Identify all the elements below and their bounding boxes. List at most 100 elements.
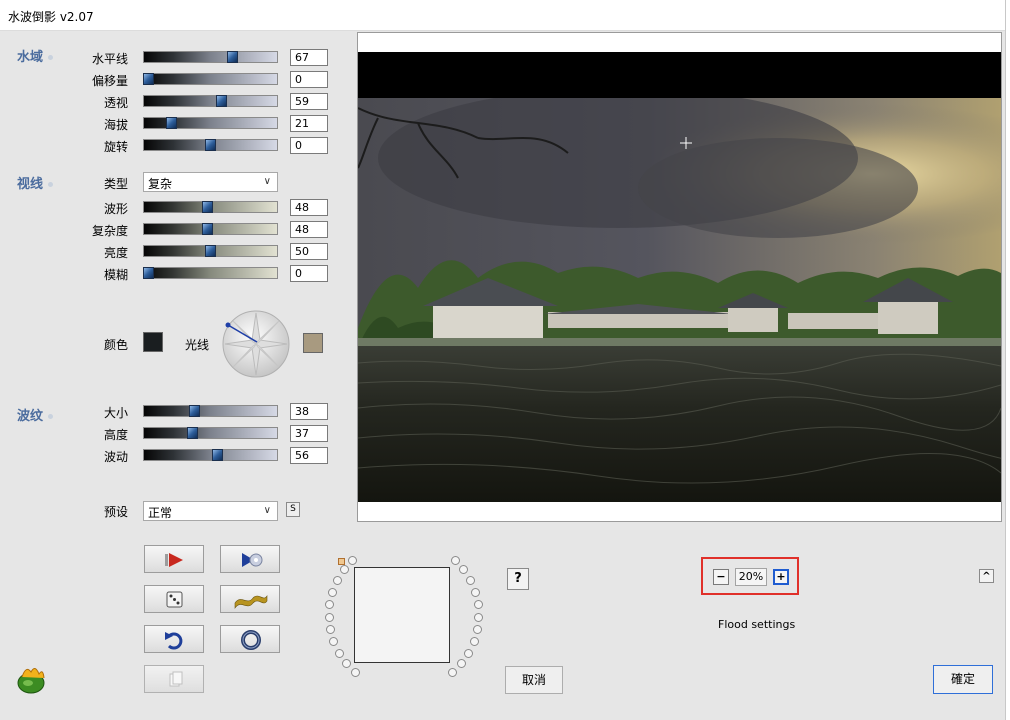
color-ring-dot[interactable]	[332, 576, 342, 586]
slider-track[interactable]	[143, 267, 278, 279]
slider-value-input[interactable]: 38	[290, 403, 328, 420]
dice-icon	[166, 591, 183, 608]
zoom-value: 20%	[735, 568, 767, 586]
save-preset-button[interactable]: S	[286, 502, 300, 517]
slider-thumb[interactable]	[187, 427, 199, 439]
color-ring-dot[interactable]	[456, 659, 466, 669]
light-label: 光线	[185, 338, 210, 352]
color-ring-dot[interactable]	[324, 612, 334, 622]
ring-start-marker[interactable]	[338, 558, 345, 565]
slider-label: 旋转	[103, 140, 128, 154]
section-dot-icon	[48, 55, 54, 60]
color-ring-dot[interactable]	[447, 667, 457, 677]
slider-thumb[interactable]	[188, 405, 200, 417]
color-ring-dot[interactable]	[339, 565, 349, 575]
light-color-swatch[interactable]	[303, 333, 323, 353]
type-select[interactable]: 复杂 ∨	[143, 172, 278, 192]
slider-value-input[interactable]: 67	[290, 49, 328, 66]
collapse-button[interactable]: ^	[979, 569, 994, 583]
slider-thumb[interactable]	[227, 51, 239, 63]
slider-label: 高度	[103, 428, 128, 442]
slider-track[interactable]	[143, 73, 278, 85]
slider-value-input[interactable]: 0	[290, 265, 328, 282]
slider-thumb[interactable]	[204, 139, 216, 151]
ring-icon	[241, 630, 261, 650]
section-view-title: 视线	[17, 173, 54, 192]
slider-track[interactable]	[143, 427, 278, 439]
slider-label: 波形	[103, 202, 128, 216]
slider-label: 波动	[103, 450, 128, 464]
color-preview-box[interactable]	[354, 567, 450, 663]
window-right-edge	[1005, 0, 1010, 720]
render-animation-button[interactable]	[220, 545, 280, 573]
color-ring-dot[interactable]	[463, 648, 473, 658]
color-label: 颜色	[103, 338, 128, 352]
slider-label: 亮度	[103, 246, 128, 260]
slider-thumb[interactable]	[143, 73, 155, 85]
slider-thumb[interactable]	[204, 245, 216, 257]
type-select-value: 复杂	[148, 177, 173, 191]
ok-button[interactable]: 確定	[933, 665, 993, 694]
slider-thumb[interactable]	[143, 267, 155, 279]
slider-thumb[interactable]	[201, 201, 213, 213]
slider-label: 大小	[103, 406, 128, 420]
slider-track[interactable]	[143, 245, 278, 257]
slider-label: 透视	[103, 96, 128, 110]
water-color-swatch[interactable]	[143, 332, 163, 352]
section-dot-icon	[48, 414, 54, 419]
slider-value-input[interactable]: 48	[290, 221, 328, 238]
undo-icon	[165, 632, 183, 650]
slider-value-input[interactable]: 56	[290, 447, 328, 464]
slider-thumb[interactable]	[212, 449, 224, 461]
chevron-down-icon: ∨	[263, 176, 271, 187]
slider-thumb[interactable]	[216, 95, 228, 107]
loop-button[interactable]	[220, 625, 280, 653]
slider-track[interactable]	[143, 95, 278, 107]
slider-track[interactable]	[143, 51, 278, 63]
slider-value-input[interactable]: 48	[290, 199, 328, 216]
color-ring-dot[interactable]	[470, 587, 480, 597]
wave-button[interactable]	[220, 585, 280, 613]
slider-track[interactable]	[143, 201, 278, 213]
cancel-button[interactable]: 取消	[505, 666, 563, 694]
slider-track[interactable]	[143, 449, 278, 461]
light-direction-dial[interactable]	[221, 309, 291, 379]
preview-letterbox	[358, 52, 1001, 98]
slider-track[interactable]	[143, 405, 278, 417]
section-water-title: 水域	[17, 46, 54, 65]
color-ring-dot[interactable]	[469, 637, 479, 647]
slider-value-input[interactable]: 50	[290, 243, 328, 260]
zoom-out-button[interactable]: −	[713, 569, 729, 585]
preset-label: 预设	[103, 505, 128, 519]
zoom-in-button[interactable]: +	[773, 569, 789, 585]
preview-image[interactable]	[358, 98, 1001, 502]
play-red-icon	[165, 553, 183, 567]
slider-thumb[interactable]	[201, 223, 213, 235]
render-button[interactable]	[144, 545, 204, 573]
slider-value-input[interactable]: 37	[290, 425, 328, 442]
random-button[interactable]	[144, 585, 204, 613]
copy-icon	[169, 671, 183, 687]
help-button[interactable]: ?	[507, 568, 529, 590]
flood-settings-label: Flood settings	[718, 618, 796, 631]
slider-value-input[interactable]: 59	[290, 93, 328, 110]
copy-button[interactable]	[144, 665, 204, 693]
slider-track[interactable]	[143, 223, 278, 235]
slider-value-input[interactable]: 21	[290, 115, 328, 132]
slider-value-input[interactable]: 0	[290, 71, 328, 88]
slider-track[interactable]	[143, 117, 278, 129]
chevron-down-icon: ∨	[263, 505, 271, 516]
slider-track[interactable]	[143, 139, 278, 151]
slider-label: 水平线	[91, 52, 128, 66]
preset-select[interactable]: 正常 ∨	[143, 501, 278, 521]
title-bar: 水波倒影 v2.07	[0, 0, 1010, 31]
color-ring-dot[interactable]	[347, 556, 357, 566]
undo-button[interactable]	[144, 625, 204, 653]
color-ring-dot[interactable]	[473, 600, 483, 610]
section-ripple-title: 波纹	[17, 405, 54, 424]
color-ring-dot[interactable]	[328, 587, 337, 597]
slider-value-input[interactable]: 0	[290, 137, 328, 154]
slider-thumb[interactable]	[165, 117, 177, 129]
window-title: 水波倒影 v2.07	[8, 10, 94, 24]
color-ring-dot[interactable]	[335, 648, 344, 658]
